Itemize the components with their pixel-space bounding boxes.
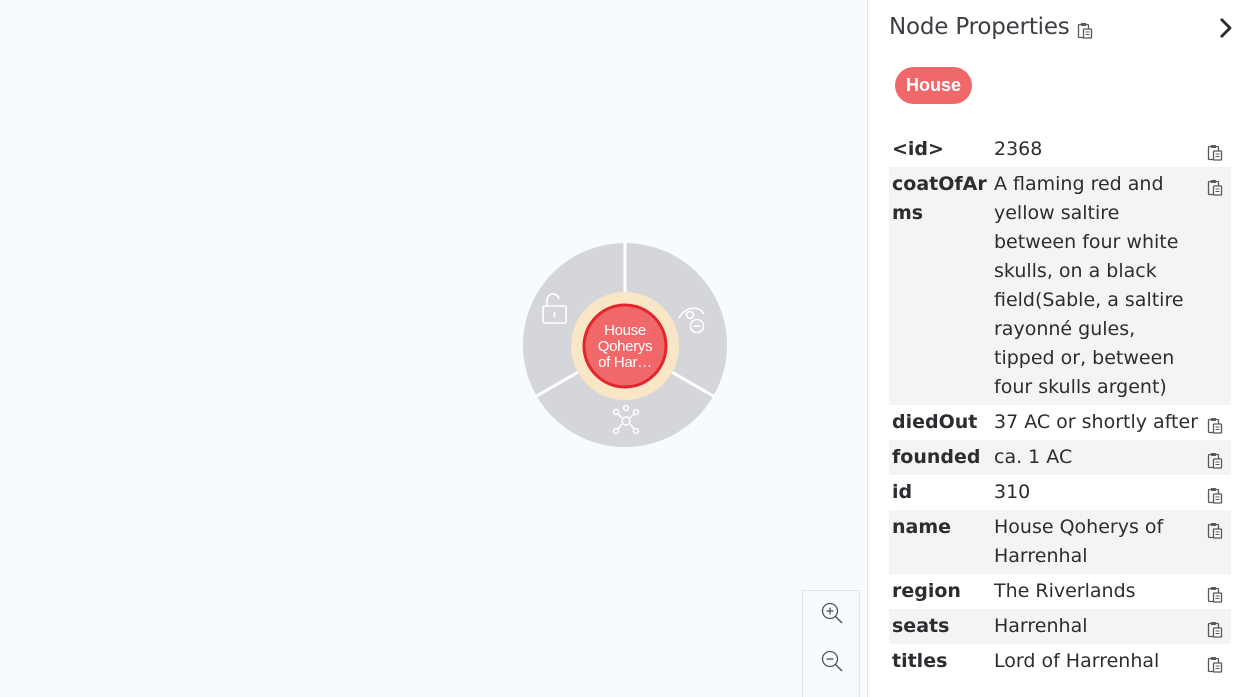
label-badge-house[interactable]: House (895, 67, 973, 104)
property-key: id (892, 481, 913, 503)
property-row: id 310 (889, 475, 1231, 510)
property-key: region (892, 580, 961, 602)
copy-icon[interactable] (1207, 414, 1223, 443)
copy-icon[interactable] (1207, 618, 1223, 647)
node-properties-panel: Node Properties House <id> 2368 coatOfArms… (867, 0, 1258, 697)
property-key: coatOfArms (892, 173, 987, 224)
zoom-in-button[interactable] (818, 599, 846, 627)
collapse-panel-button[interactable] (1216, 16, 1236, 45)
property-value: 310 (994, 481, 1031, 503)
property-key: <id> (892, 138, 944, 160)
property-value: Lord of Harrenhal (994, 650, 1160, 672)
property-key: name (892, 516, 952, 538)
property-row: coatOfArms A flaming red and yellow salti… (889, 167, 1231, 405)
properties-table: <id> 2368 coatOfArms A flaming red and yell… (889, 132, 1231, 679)
zoom-controls (802, 590, 860, 697)
property-row: name House Qoherys of Harrenhal (889, 510, 1231, 574)
property-value: ca. 1 AC (994, 446, 1073, 468)
copy-icon[interactable] (1207, 176, 1223, 205)
property-row: region The Riverlands (889, 574, 1231, 609)
node-caption-line: House (604, 322, 646, 339)
property-value: Harrenhal (994, 615, 1088, 637)
property-row: seats Harrenhal (889, 609, 1231, 644)
panel-title: Node Properties (889, 14, 1070, 40)
property-value: 2368 (994, 138, 1043, 160)
graph-canvas[interactable]: House Qoherys of Har… (0, 0, 867, 697)
copy-icon[interactable] (1207, 519, 1223, 548)
property-value: 37 AC or shortly after (994, 411, 1198, 433)
zoom-out-button[interactable] (818, 647, 846, 675)
copy-icon[interactable] (1207, 583, 1223, 612)
property-row: <id> 2368 (889, 132, 1231, 167)
node-caption: House Qoherys of Har… (585, 323, 665, 371)
property-key: diedOut (892, 411, 978, 433)
property-row: titles Lord of Harrenhal (889, 644, 1231, 679)
copy-icon[interactable] (1207, 653, 1223, 682)
copy-icon[interactable] (1207, 449, 1223, 478)
zoom-in-icon (821, 602, 843, 624)
node-caption-line: Qoherys (597, 338, 653, 355)
chevron-right-icon (1220, 18, 1232, 38)
copy-icon[interactable] (1207, 141, 1223, 170)
property-key: titles (892, 650, 948, 672)
property-value: House Qoherys of Harrenhal (994, 516, 1164, 567)
copy-icon[interactable] (1207, 484, 1223, 513)
property-value: The Riverlands (994, 580, 1136, 602)
zoom-out-icon (821, 650, 843, 672)
property-key: seats (892, 615, 950, 637)
node-caption-line: of Har… (598, 354, 652, 371)
copy-all-icon[interactable] (1077, 22, 1093, 44)
property-row: diedOut 37 AC or shortly after (889, 405, 1231, 440)
property-row: founded ca. 1 AC (889, 440, 1231, 475)
property-key: founded (892, 446, 981, 468)
property-value: A flaming red and yellow saltire between… (994, 173, 1184, 398)
